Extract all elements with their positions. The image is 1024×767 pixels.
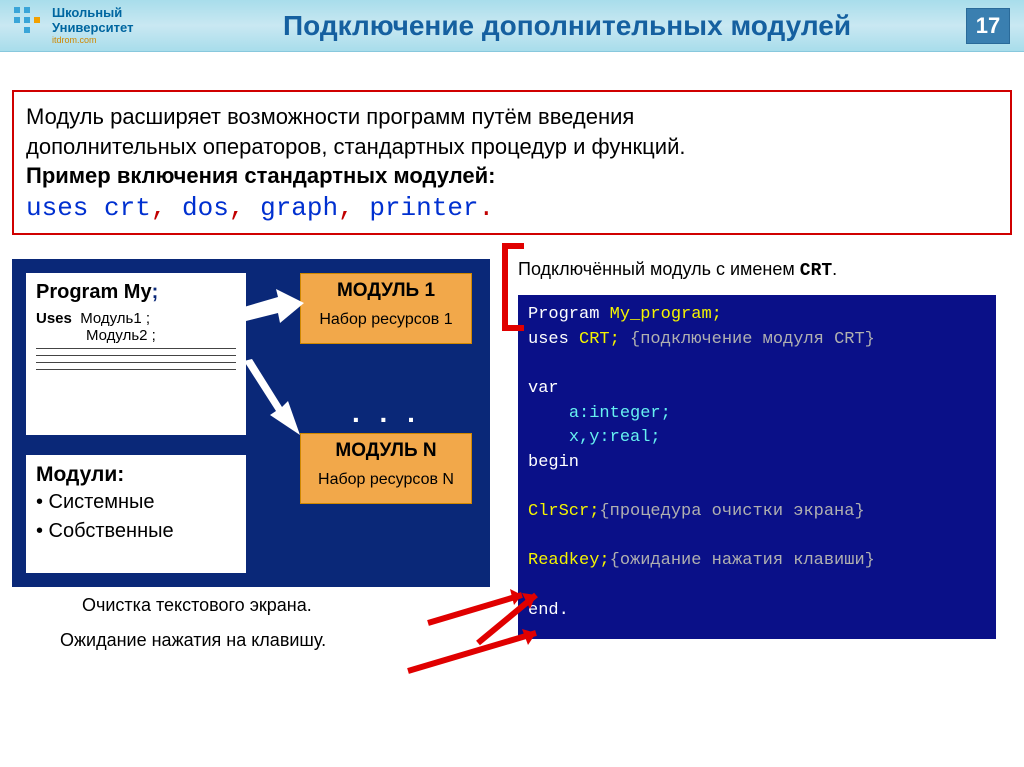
slide-header: Школьный Университет itdrom.com Подключе… [0,0,1024,52]
red-arrow-icon [472,589,552,654]
red-connector-icon [502,325,524,331]
callout-crt: Подключённый модуль с именем CRT. [518,259,1006,281]
uses-line1: Uses Модуль1 ; [36,310,236,327]
program-card: Program My; Uses Модуль1 ; Модуль2 ; [26,273,246,435]
types-card: Модули: • Системные • Собственные [26,455,246,573]
moduleN-sub: Набор ресурсов N [307,470,465,489]
program-title: Program My; [36,281,236,304]
types-item2: • Собственные [36,518,236,545]
info-code: uses crt, dos, graph, printer. [26,193,998,223]
logo-icon [10,5,46,46]
logo: Школьный Университет itdrom.com [0,0,168,52]
arrow-icon [244,359,304,444]
module1-sub: Набор ресурсов 1 [307,310,465,329]
info-line1: Модуль расширяет возможности программ пу… [26,102,998,132]
module1-title: МОДУЛЬ 1 [307,280,465,302]
logo-line2: Университет [52,21,133,35]
info-line3: Пример включения стандартных модулей: [26,161,998,191]
red-connector-icon [502,243,508,329]
page-number: 17 [966,8,1010,44]
logo-line1: Школьный [52,6,133,20]
logo-text: Школьный Университет itdrom.com [52,6,133,45]
red-connector-icon [502,243,524,249]
info-line2: дополнительных операторов, стандартных п… [26,132,998,162]
logo-sub: itdrom.com [52,35,133,45]
moduleN-card: МОДУЛЬ N Набор ресурсов N [300,433,472,504]
code-terminal: Program My_program; uses CRT; {подключен… [518,295,996,639]
types-item1: • Системные [36,489,236,516]
slide-title: Подключение дополнительных модулей [168,10,966,42]
moduleN-title: МОДУЛЬ N [307,440,465,462]
module-dots: . . . [352,397,421,429]
uses-line2: Модуль2 ; [86,327,236,344]
diagram-panel: Program My; Uses Модуль1 ; Модуль2 ; МОД… [12,259,490,587]
info-box: Модуль расширяет возможности программ пу… [12,90,1012,235]
types-title: Модули: [36,463,236,487]
module1-card: МОДУЛЬ 1 Набор ресурсов 1 [300,273,472,344]
arrow-icon [244,289,304,344]
